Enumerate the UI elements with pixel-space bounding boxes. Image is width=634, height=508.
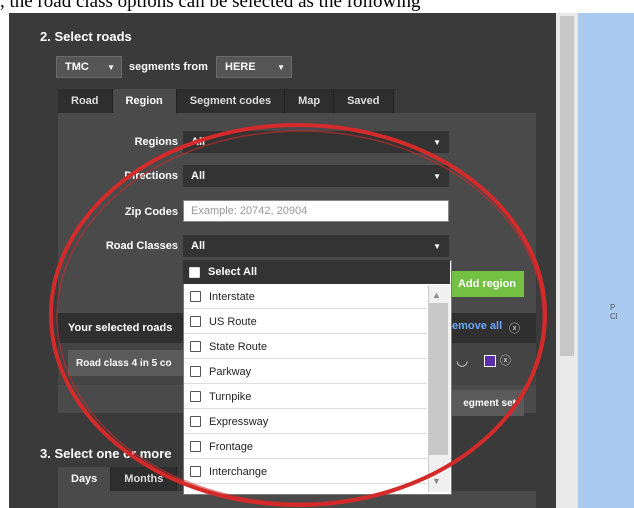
option-label: Expressway — [209, 415, 269, 428]
page-scrollbar-thumb[interactable] — [560, 16, 574, 356]
scroll-down-icon[interactable]: ▼ — [432, 476, 441, 486]
regions-select[interactable]: All ▼ — [183, 131, 449, 153]
option-label: State Route — [209, 340, 268, 353]
section-3-title: 3. Select one or more — [40, 446, 172, 461]
option-label: Interstate — [209, 290, 255, 303]
chevron-down-icon: ▼ — [433, 137, 441, 147]
tab-segment-codes[interactable]: Segment codes — [176, 89, 286, 113]
regions-value: All — [191, 136, 206, 148]
directions-label: Directions — [124, 170, 178, 182]
checkbox[interactable] — [190, 441, 201, 452]
zip-codes-input[interactable]: Example: 20742, 20904 — [183, 200, 449, 222]
checkbox[interactable] — [190, 466, 201, 477]
chevron-down-icon: ▼ — [277, 62, 285, 72]
road-class-option[interactable]: US Route — [184, 310, 427, 334]
regions-label: Regions — [134, 136, 178, 148]
chevron-down-icon: ▼ — [107, 62, 115, 72]
tab-days[interactable]: Days — [58, 467, 112, 491]
road-tabs: Road Region Segment codes Map Saved — [58, 89, 394, 113]
caption-text: , the road class options can be selected… — [0, 0, 421, 12]
zip-codes-label: Zip Codes — [124, 206, 178, 218]
checkbox[interactable] — [190, 316, 201, 327]
road-class-option[interactable]: Turnpike — [184, 385, 427, 409]
checkbox[interactable] — [190, 416, 201, 427]
select-all-label: Select All — [208, 266, 258, 278]
section-2-title: 2. Select roads — [40, 29, 132, 44]
checkbox[interactable] — [190, 341, 201, 352]
checkbox[interactable] — [190, 291, 201, 302]
selected-road-chip[interactable]: Road class 4 in 5 co — [68, 350, 188, 376]
curve-icon[interactable]: ◡ — [456, 352, 468, 369]
source-type-value: TMC — [65, 61, 89, 73]
road-class-option[interactable]: Parkway — [184, 360, 427, 384]
chevron-down-icon: ▼ — [433, 241, 441, 251]
close-circle-icon[interactable]: ⓧ — [509, 320, 520, 336]
road-classes-value: All — [191, 240, 206, 252]
option-label: Turnpike — [209, 390, 252, 403]
road-class-option[interactable]: Interstate — [184, 285, 427, 309]
tab-months[interactable]: Months — [111, 467, 178, 491]
close-circle-icon[interactable]: ⓧ — [500, 352, 511, 368]
checkbox[interactable] — [190, 366, 201, 377]
checkbox[interactable] — [189, 266, 200, 278]
save-segment-set-button[interactable]: egment set — [450, 390, 524, 416]
road-classes-select[interactable]: All ▼ — [183, 235, 449, 257]
provider-value: HERE — [225, 61, 256, 73]
tab-map[interactable]: Map — [285, 89, 335, 113]
tab-saved[interactable]: Saved — [334, 89, 394, 113]
source-type-select[interactable]: TMC ▼ — [56, 56, 122, 78]
scroll-up-icon[interactable]: ▲ — [432, 290, 441, 300]
time-tabs: Days Months — [58, 467, 178, 491]
directions-select[interactable]: All ▼ — [183, 165, 449, 187]
option-label: Frontage — [209, 440, 254, 453]
option-label: US Route — [209, 315, 257, 328]
dropdown-scrollbar-thumb[interactable] — [429, 303, 448, 455]
checkbox[interactable] — [190, 391, 201, 402]
directions-value: All — [191, 170, 206, 182]
chevron-down-icon: ▼ — [433, 171, 441, 181]
option-label: Parkway — [209, 365, 252, 378]
map-area[interactable] — [578, 13, 634, 508]
road-class-option[interactable]: State Route — [184, 335, 427, 359]
add-region-button[interactable]: Add region — [450, 271, 524, 297]
road-class-option[interactable]: Interchange — [184, 460, 427, 484]
select-all-option[interactable]: Select All — [183, 260, 450, 284]
road-class-option[interactable]: Frontage — [184, 435, 427, 459]
road-classes-label: Road Classes — [105, 240, 178, 252]
tab-road[interactable]: Road — [58, 89, 113, 113]
remove-all-link[interactable]: emove all — [452, 320, 502, 332]
option-label: Interchange — [209, 465, 268, 478]
tab-region[interactable]: Region — [112, 89, 177, 113]
provider-select[interactable]: HERE ▼ — [216, 56, 292, 78]
segments-from-label: segments from — [129, 61, 208, 73]
road-class-option[interactable]: Expressway — [184, 410, 427, 434]
selected-roads-title: Your selected roads — [68, 322, 173, 334]
map-label: P Cl — [610, 303, 618, 321]
color-swatch-icon[interactable] — [484, 355, 496, 367]
